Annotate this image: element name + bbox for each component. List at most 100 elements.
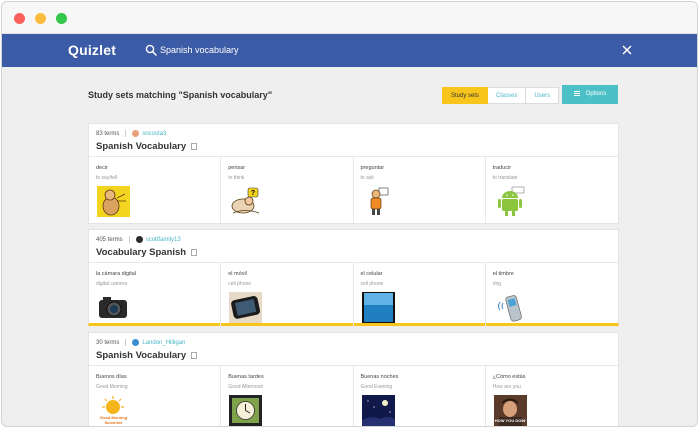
term-word: preguntar — [360, 165, 385, 171]
term-card[interactable]: Buenos días Good Morning Good Morning Su… — [89, 366, 222, 426]
term-word: Buenos días — [96, 374, 127, 380]
results-heading: Study sets matching "Spanish vocabulary" — [88, 90, 273, 100]
phone-image — [229, 292, 263, 323]
study-set-card[interactable]: 405 terms scottfamily13 Vocabulary Spani… — [88, 229, 619, 329]
term-definition: digital camera — [96, 281, 128, 287]
svg-text:HOW YOU DOIN': HOW YOU DOIN' — [494, 418, 526, 423]
term-definition: Good Evening — [360, 384, 393, 390]
term-list: decir to say/tell pensar to think ? preg… — [89, 156, 618, 223]
term-definition: ring — [492, 281, 502, 287]
avatar — [132, 339, 140, 346]
term-list: Buenos días Good Morning Good Morning Su… — [89, 365, 618, 426]
set-author-link[interactable]: scottfamily13 — [146, 237, 181, 243]
android-translate-image — [493, 186, 527, 217]
meta-divider — [125, 339, 127, 346]
terms-count: 30 terms — [96, 339, 120, 346]
term-word: Buenas noches — [360, 374, 399, 380]
term-word: ¿Cómo estás — [492, 374, 526, 380]
term-card[interactable]: ¿Cómo estás How are you HOW YOU DOIN' — [486, 366, 618, 426]
tab-users[interactable]: Users — [526, 87, 560, 104]
term-definition: cell phone — [360, 281, 384, 287]
term-card[interactable]: el móvil cell phone — [221, 263, 354, 329]
term-definition: Good Morning — [96, 384, 128, 390]
set-header: 405 terms scottfamily13 Vocabulary Spani… — [96, 235, 611, 263]
set-meta: 405 terms scottfamily13 — [96, 235, 611, 244]
term-card[interactable]: la cámara digital digital camera — [89, 263, 222, 329]
bookmark-icon[interactable] — [191, 352, 198, 359]
camera-image — [97, 292, 130, 323]
set-title-text: Spanish Vocabulary — [96, 141, 187, 152]
term-word: traducir — [492, 165, 512, 171]
term-card[interactable]: traducir to translate — [486, 157, 618, 223]
term-definition: to say/tell — [96, 175, 118, 181]
options-button[interactable]: Options — [562, 85, 618, 104]
term-word: decir — [96, 165, 108, 171]
term-word: el móvil — [228, 271, 247, 277]
study-set-card[interactable]: 30 terms Landon_Hilligan Spanish Vocabul… — [88, 332, 619, 426]
cellphone-screen-image — [361, 292, 395, 323]
set-author-link[interactable]: Landon_Hilligan — [142, 340, 185, 346]
quizlet-logo[interactable]: Quizlet — [68, 42, 116, 58]
set-header: 30 terms Landon_Hilligan Spanish Vocabul… — [96, 338, 611, 366]
set-title[interactable]: Spanish Vocabulary — [96, 350, 611, 361]
ringing-phone-image — [493, 292, 527, 323]
term-word: el timbre — [492, 271, 514, 277]
term-definition: to translate — [492, 175, 518, 181]
meta-divider — [128, 236, 130, 243]
set-header: 83 terms sncosta3 Spanish Vocabulary — [96, 129, 611, 157]
minimize-window-button[interactable] — [35, 13, 46, 24]
top-navbar: Quizlet — [2, 34, 697, 67]
night-sky-image — [361, 395, 395, 426]
term-definition: to ask — [360, 175, 374, 181]
how-you-doin-image: HOW YOU DOIN' — [493, 395, 527, 426]
set-title-text: Vocabulary Spanish — [96, 247, 187, 258]
term-word: la cámara digital — [96, 271, 137, 277]
term-word: Buenas tardes — [228, 374, 264, 380]
term-definition: How are you — [492, 384, 521, 390]
tab-classes[interactable]: Classes — [488, 87, 527, 104]
avatar — [135, 236, 143, 243]
set-title[interactable]: Spanish Vocabulary — [96, 141, 611, 152]
clock-image — [229, 395, 263, 426]
terms-count: 83 terms — [96, 130, 120, 137]
set-meta: 30 terms Landon_Hilligan — [96, 338, 611, 347]
cartoon-asking-image — [361, 186, 395, 217]
avatar — [132, 130, 140, 137]
set-author-link[interactable]: sncosta3 — [142, 131, 166, 137]
term-card[interactable]: pensar to think ? — [221, 157, 354, 223]
search-input[interactable] — [160, 41, 560, 59]
meta-divider — [125, 130, 127, 137]
svg-text:?: ? — [251, 190, 255, 197]
cartoon-thinking-image: ? — [229, 186, 263, 217]
term-card[interactable]: preguntar to ask — [354, 157, 486, 223]
browser-window: Quizlet Study sets matching "Spanish voc… — [1, 1, 698, 427]
maximize-window-button[interactable] — [56, 13, 67, 24]
term-card[interactable]: el timbre ring — [486, 263, 618, 329]
terms-count: 405 terms — [96, 236, 123, 243]
term-word: el celular — [360, 271, 383, 277]
options-label: Options — [585, 91, 607, 97]
term-definition: cell phone — [228, 281, 252, 287]
sunrise-image: Good Morning Sunshine — [97, 395, 130, 426]
term-word: pensar — [228, 165, 246, 171]
term-definition: Good Afternoon — [228, 384, 264, 390]
set-title[interactable]: Vocabulary Spanish — [96, 247, 611, 258]
filter-tabs: Study sets Classes Users — [442, 87, 560, 104]
window-titlebar — [2, 2, 697, 34]
bookmark-icon[interactable] — [191, 249, 198, 256]
set-meta: 83 terms sncosta3 — [96, 129, 611, 138]
term-list: la cámara digital digital camera el móvi… — [89, 262, 618, 329]
term-card[interactable]: Buenas tardes Good Afternoon — [221, 366, 354, 426]
search-icon — [145, 44, 157, 56]
tab-study-sets[interactable]: Study sets — [442, 87, 489, 104]
term-card[interactable]: decir to say/tell — [89, 157, 222, 223]
close-icon[interactable] — [621, 44, 633, 56]
bookmark-icon[interactable] — [191, 143, 198, 150]
svg-text:Sunshine: Sunshine — [104, 420, 123, 425]
set-title-text: Spanish Vocabulary — [96, 350, 187, 361]
term-card[interactable]: el celular cell phone — [354, 263, 486, 329]
term-card[interactable]: Buenas noches Good Evening — [354, 366, 486, 426]
options-icon — [573, 90, 580, 96]
study-set-card[interactable]: 83 terms sncosta3 Spanish Vocabulary dec… — [88, 123, 619, 224]
close-window-button[interactable] — [14, 13, 25, 24]
